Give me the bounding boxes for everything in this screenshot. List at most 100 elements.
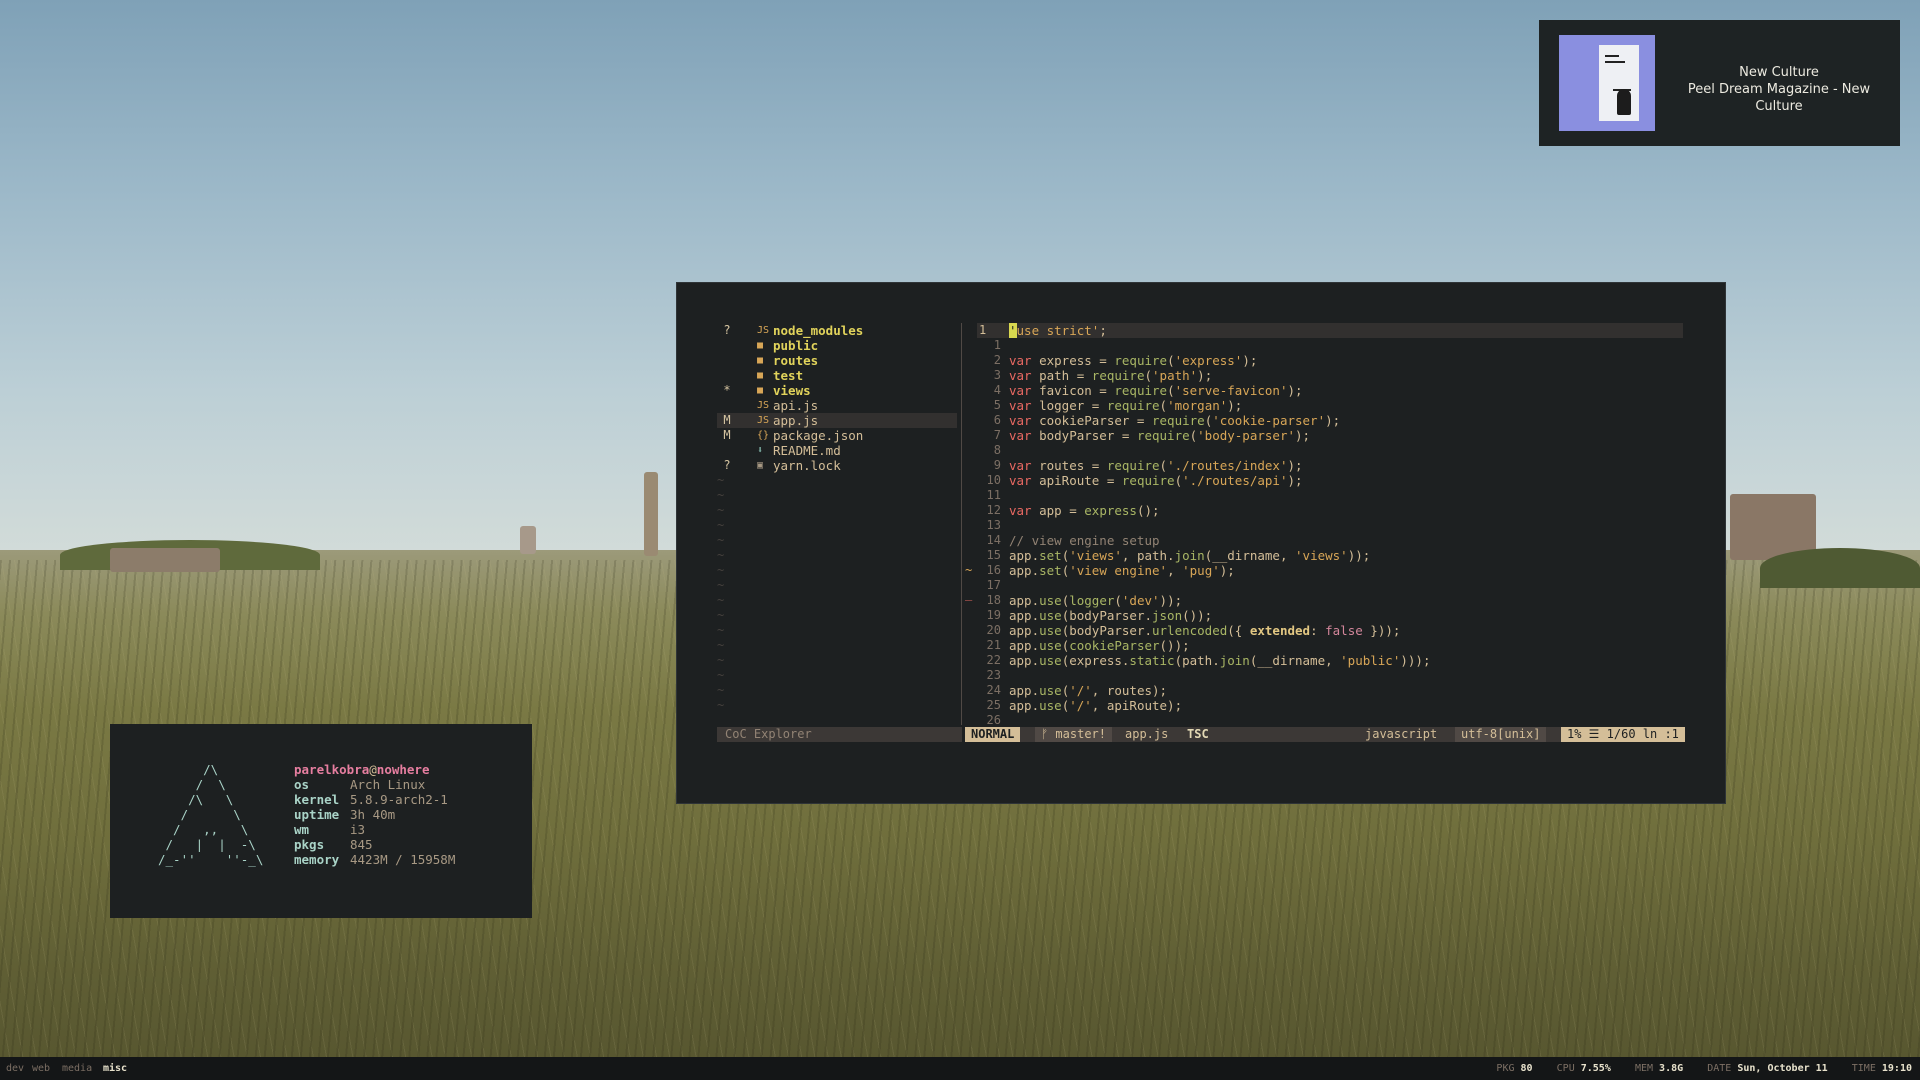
- window-split-divider[interactable]: [961, 323, 962, 725]
- explorer-item[interactable]: M JS app.js: [717, 413, 957, 428]
- clock: 19:10: [1881, 1063, 1912, 1074]
- fetch-row: wm i3: [294, 822, 455, 837]
- empty-line-marker: ~: [717, 488, 725, 502]
- explorer-item-name: public: [773, 338, 819, 353]
- empty-line-marker: ~: [717, 623, 725, 637]
- explorer-item[interactable]: ■ test: [717, 368, 957, 383]
- system-stats: PKG 80 CPU 7.55% MEM 3.8G DATE Sun, Octo…: [1496, 1057, 1912, 1080]
- file-explorer: ? JS node_modules ■ public ■ routes ■ test * ■ view…: [717, 323, 957, 723]
- at-sign: @: [369, 762, 377, 777]
- empty-line-marker: ~: [717, 638, 725, 652]
- fetch-value: 5.8.9-arch2-1: [350, 792, 448, 807]
- line-number: 23: [986, 668, 1001, 682]
- workspace-misc[interactable]: misc: [103, 1057, 127, 1080]
- code-line: var apiRoute = require('./routes/api');: [1009, 473, 1303, 488]
- explorer-item-name: README.md: [773, 443, 841, 458]
- cpu-usage: 7.55%: [1580, 1063, 1611, 1074]
- filetype: javascript: [1365, 727, 1438, 741]
- mode-indicator: NORMAL: [965, 727, 1021, 742]
- javascript-icon: JS: [757, 400, 770, 411]
- status-bar: dev web media misc PKG 80 CPU 7.55% MEM 3.8…: [0, 1057, 1920, 1080]
- workspace-web[interactable]: web: [32, 1057, 50, 1080]
- code-line: var routes = require('./routes/index');: [1009, 458, 1303, 473]
- empty-line-marker: ~: [717, 668, 725, 682]
- fetch-key: uptime: [294, 807, 340, 822]
- line-number: 13: [986, 518, 1001, 532]
- time-label: TIME: [1851, 1063, 1876, 1074]
- album-cover-text-line: [1605, 55, 1619, 57]
- line-number: 6: [993, 413, 1001, 427]
- empty-line-marker: ~: [717, 503, 725, 517]
- code-line: var express = require('express');: [1009, 353, 1258, 368]
- mem-label: MEM: [1634, 1063, 1654, 1074]
- code-line: var favicon = require('serve-favicon');: [1009, 383, 1303, 398]
- git-status-marker: M: [723, 428, 731, 442]
- track-title: New Culture: [1739, 65, 1819, 80]
- folder-icon: ■: [757, 355, 764, 366]
- line-number: 16: [986, 563, 1001, 577]
- fetch-row: memory 4423M / 15958M: [294, 852, 455, 867]
- git-removed-sign: _: [965, 587, 973, 601]
- pkg-count: 80: [1520, 1063, 1533, 1074]
- code-editor[interactable]: 1'use strict'; 1 2 var express = require('e…: [965, 323, 1683, 727]
- line-number: 18: [986, 593, 1001, 607]
- workspace-media[interactable]: media: [62, 1057, 92, 1080]
- code-line: app.use(logger('dev'));: [1009, 593, 1183, 608]
- code-line: var path = require('path');: [1009, 368, 1213, 383]
- system-fetch-terminal[interactable]: /\ / \ /\ \ / \ / ,, \ / | | -\ /_-'' ''…: [110, 724, 532, 918]
- fetch-row: kernel 5.8.9-arch2-1: [294, 792, 455, 807]
- empty-line-marker: ~: [717, 683, 725, 697]
- empty-line-marker: ~: [717, 593, 725, 607]
- code-line: app.use(cookieParser());: [1009, 638, 1190, 653]
- explorer-item-name: api.js: [773, 398, 819, 413]
- git-status-marker: ?: [723, 458, 731, 472]
- explorer-item[interactable]: ? JS node_modules: [717, 323, 957, 338]
- line-number: 3: [993, 368, 1001, 382]
- explorer-item[interactable]: ■ routes: [717, 353, 957, 368]
- explorer-item[interactable]: ? ▣ yarn.lock: [717, 458, 957, 473]
- code-line: app.set('views', path.join(__dirname, 'v…: [1009, 548, 1371, 563]
- track-artist-album: Peel Dream Magazine - New Culture: [1687, 82, 1871, 114]
- explorer-item-name: routes: [773, 353, 819, 368]
- explorer-statusline: CoC Explorer: [717, 727, 962, 742]
- code-line: app.use(bodyParser.urlencoded({ extended…: [1009, 623, 1401, 638]
- album-cover-figure: [1617, 89, 1631, 115]
- folder-icon: ■: [757, 385, 764, 396]
- music-notification[interactable]: New Culture Peel Dream Magazine - New Cu…: [1539, 20, 1900, 146]
- explorer-item[interactable]: * ■ views: [717, 383, 957, 398]
- git-changed-sign: ~: [965, 563, 973, 577]
- line-number: 22: [986, 653, 1001, 667]
- javascript-icon: JS: [757, 415, 770, 426]
- line-number: 20: [986, 623, 1001, 637]
- empty-line-marker: ~: [717, 533, 725, 547]
- code-line: // view engine setup: [1009, 533, 1160, 548]
- terminal-window-vim[interactable]: ? JS node_modules ■ public ■ routes ■ test * ■ view…: [676, 282, 1726, 804]
- fetch-row: pkgs 845: [294, 837, 455, 852]
- code-line: app.use('/', apiRoute);: [1009, 698, 1183, 713]
- explorer-item-name: node_modules: [773, 323, 864, 338]
- workspace-dev[interactable]: dev: [6, 1057, 24, 1080]
- fetch-value: 3h 40m: [350, 807, 396, 822]
- explorer-item[interactable]: JS api.js: [717, 398, 957, 413]
- line-number: 1: [993, 338, 1001, 352]
- explorer-item[interactable]: M {} package.json: [717, 428, 957, 443]
- wallpaper-ruin: [520, 526, 536, 554]
- fetch-key: memory: [294, 852, 340, 867]
- explorer-item[interactable]: ⬇ README.md: [717, 443, 957, 458]
- line-number: 21: [986, 638, 1001, 652]
- line-number: 9: [993, 458, 1001, 472]
- line-number: 10: [986, 473, 1001, 487]
- empty-line-marker: ~: [717, 473, 725, 487]
- wallpaper-ruin: [110, 548, 220, 572]
- line-number: 1: [979, 323, 987, 337]
- git-status-marker: ?: [723, 323, 731, 337]
- pkg-label: PKG: [1496, 1063, 1515, 1074]
- explorer-item[interactable]: ■ public: [717, 338, 957, 353]
- line-number: 11: [986, 488, 1001, 502]
- date-label: DATE: [1707, 1063, 1732, 1074]
- empty-line-marker: ~: [717, 563, 725, 577]
- code-line: var app = express();: [1009, 503, 1160, 518]
- fetch-value: i3: [350, 822, 366, 837]
- fetch-key: kernel: [294, 792, 340, 807]
- line-number: 14: [986, 533, 1001, 547]
